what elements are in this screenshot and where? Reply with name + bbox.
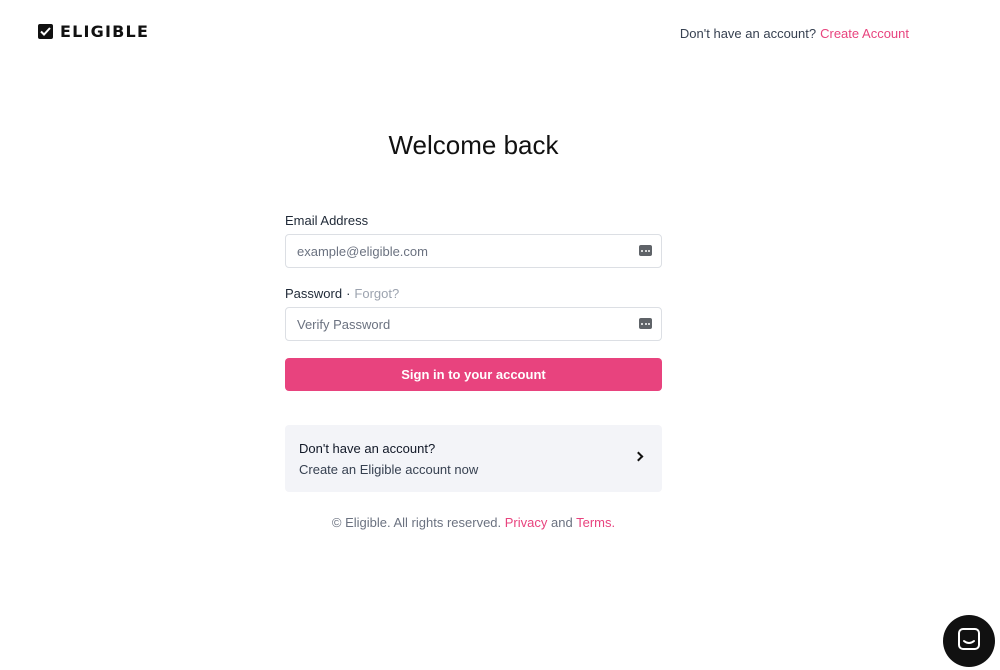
checkbox-icon — [38, 24, 53, 39]
login-form: Welcome back Email Address Password · Fo… — [285, 130, 662, 530]
password-label: Password · Forgot? — [285, 286, 662, 301]
footer-and: and — [551, 515, 573, 530]
footer: © Eligible. All rights reserved. Privacy… — [285, 515, 662, 530]
login-page: ELIGIBLE Don't have an account? Create A… — [0, 0, 1000, 670]
page-title: Welcome back — [388, 130, 559, 160]
password-field-wrapper — [285, 307, 662, 341]
signup-card-question: Don't have an account? — [299, 441, 436, 456]
brand-logo[interactable]: ELIGIBLE — [38, 22, 149, 41]
chat-icon — [956, 626, 982, 657]
create-account-link[interactable]: Create Account — [820, 26, 909, 41]
email-field-wrapper — [285, 234, 662, 268]
terms-link[interactable]: Terms — [576, 515, 611, 530]
password-manager-icon[interactable] — [639, 245, 652, 256]
password-field[interactable] — [286, 308, 661, 340]
email-field[interactable] — [286, 235, 661, 267]
label-separator: · — [346, 286, 351, 301]
email-label: Email Address — [285, 213, 662, 228]
password-label-text: Password — [285, 286, 343, 301]
brand-name: ELIGIBLE — [60, 22, 150, 41]
header-prompt: Don't have an account? — [679, 26, 817, 41]
copyright-text: © Eligible. All rights reserved. — [331, 515, 502, 530]
header-signup: Don't have an account? Create Account — [680, 26, 909, 41]
signup-card[interactable]: Don't have an account? Create an Eligibl… — [285, 425, 662, 492]
privacy-link[interactable]: Privacy — [505, 515, 548, 530]
forgot-password-link[interactable]: Forgot? — [354, 286, 399, 301]
password-manager-icon[interactable] — [639, 318, 652, 329]
signup-card-subtitle: Create an Eligible account now — [299, 462, 479, 477]
footer-period: . — [611, 515, 616, 530]
chat-button[interactable] — [943, 615, 995, 667]
email-label-text: Email Address — [285, 213, 369, 228]
sign-in-button[interactable]: Sign in to your account — [285, 358, 662, 391]
